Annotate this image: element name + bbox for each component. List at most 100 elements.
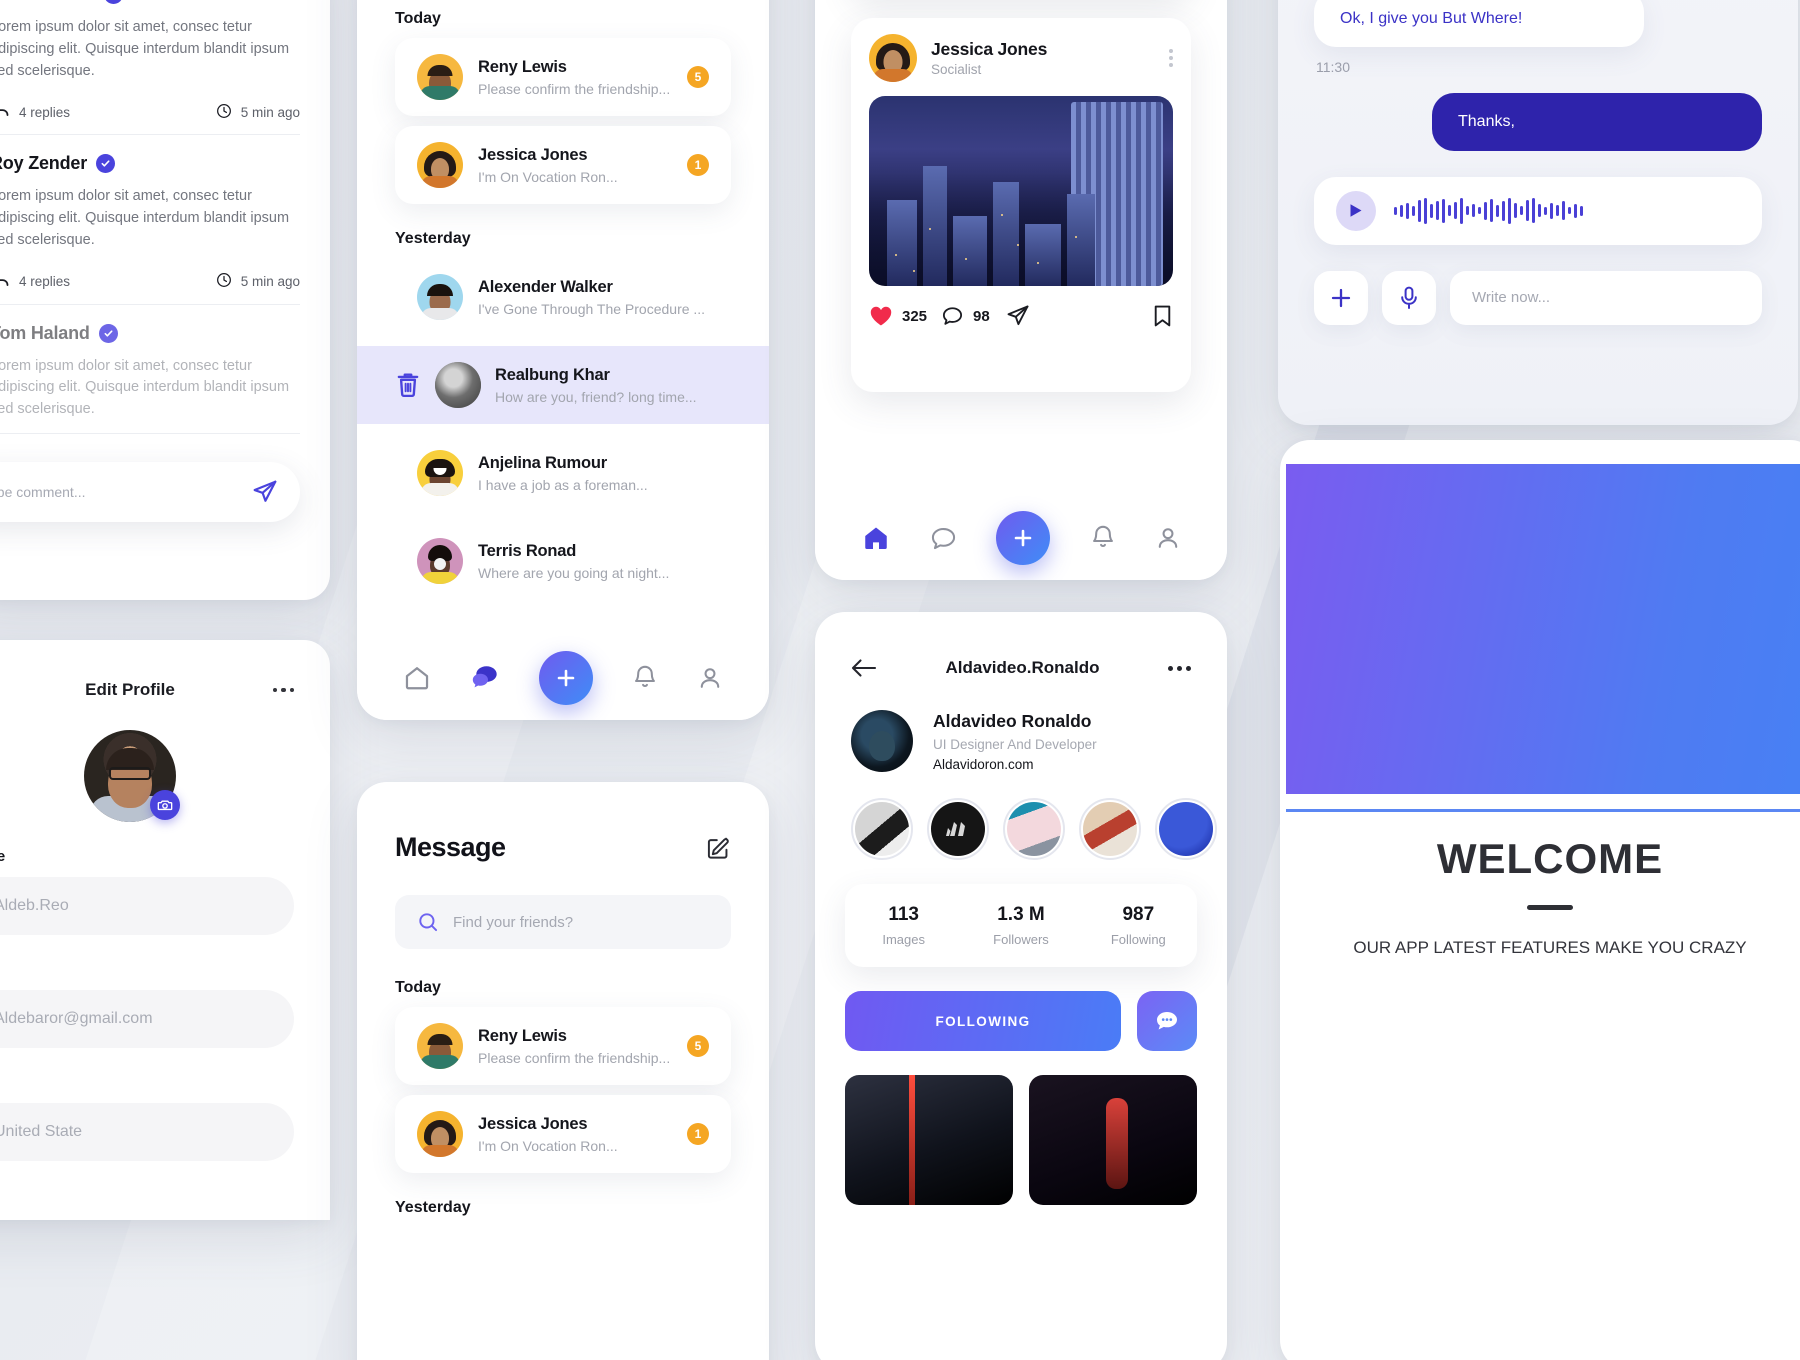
comment-item[interactable]: Tom Haland Lorem ipsum dolor sit amet, c… (0, 305, 300, 434)
comment-header: Caroline Tan (0, 0, 300, 5)
post-author-text: Jessica Jones Socialist (931, 39, 1047, 77)
chat-input[interactable]: Write now... (1450, 270, 1762, 325)
input-value: Aldebaror@gmail.com (0, 1010, 153, 1027)
contact-name: Reny Lewis (478, 57, 567, 76)
share-icon[interactable] (1006, 304, 1030, 328)
comment-time: 5 min ago (240, 274, 300, 289)
contact-preview: I'm On Vocation Ron... (478, 168, 618, 185)
story-item[interactable] (851, 798, 913, 860)
comment-input-placeholder: Type comment... (0, 484, 86, 500)
message-button[interactable] (1137, 991, 1197, 1051)
replies-group[interactable]: 4 replies (0, 272, 70, 292)
comment-item[interactable]: Roy Zender Lorem ipsum dolor sit amet, c… (0, 135, 300, 305)
contact-preview: I'm On Vocation Ron... (478, 1137, 618, 1154)
person-icon[interactable] (1155, 525, 1181, 551)
add-post-button[interactable] (996, 511, 1051, 565)
list-item-text: Terris Ronad Where are you going at nigh… (478, 542, 709, 581)
chat-icon[interactable] (930, 526, 957, 551)
stat-label: Followers (993, 932, 1049, 947)
search-input[interactable]: Find your friends? (395, 895, 731, 949)
profile-header: Aldavideo.Ronaldo (815, 658, 1227, 678)
compose-icon[interactable] (705, 835, 731, 861)
divider (1527, 905, 1573, 910)
story-item[interactable] (1003, 798, 1065, 860)
more-options-icon[interactable] (1168, 665, 1191, 671)
field-label: tion (0, 1074, 294, 1091)
profile-user-text: Aldavideo Ronaldo UI Designer And Develo… (933, 711, 1097, 772)
story-item[interactable] (927, 798, 989, 860)
list-item[interactable]: Jessica Jones I'm On Vocation Ron... 1 (395, 1095, 731, 1173)
voice-message[interactable] (1314, 176, 1762, 245)
stat-followers: 1.3 M Followers (962, 904, 1079, 947)
welcome-panel: WELCOME OUR APP LATEST FEATURES MAKE YOU… (1280, 440, 1800, 1360)
comment-input-bar[interactable]: Type comment... (0, 462, 300, 522)
gallery-thumb[interactable] (1029, 1075, 1197, 1205)
like-count: 325 (902, 307, 928, 325)
field-label: name (0, 848, 6, 865)
list-item[interactable]: Terris Ronad Where are you going at nigh… (395, 522, 731, 600)
bell-icon[interactable] (1090, 524, 1116, 552)
profile-name: Aldavideo Ronaldo (933, 710, 1092, 731)
list-item-selected[interactable]: Realbung Khar How are you, friend? long … (357, 346, 769, 424)
microphone-icon[interactable] (1382, 270, 1436, 325)
message-panel: Message Find your friends? Today Reny Le… (357, 782, 769, 1360)
search-placeholder: Find your friends? (453, 913, 574, 931)
add-post-button[interactable] (538, 651, 593, 705)
list-item[interactable]: Jessica Jones I'm On Vocation Ron... 1 (395, 126, 731, 204)
chat-icon[interactable] (470, 664, 500, 692)
unread-badge: 5 (687, 1035, 709, 1057)
stat-value: 1.3 M (997, 904, 1045, 925)
more-options-icon[interactable] (272, 687, 294, 693)
story-item[interactable] (1079, 798, 1141, 860)
gallery-thumb[interactable] (845, 1075, 1013, 1205)
avatar (417, 142, 463, 188)
profile-stats: 113 Images 1.3 M Followers 987 Following (845, 884, 1197, 967)
comment-group[interactable]: 98 (941, 305, 990, 328)
list-item[interactable]: Alexender Walker I've Gone Through The P… (395, 258, 731, 336)
stat-value: 987 (1122, 904, 1155, 925)
comments-panel: Caroline Tan Lorem ipsum dolor sit amet,… (0, 0, 330, 600)
contact-preview: I have a job as a foreman... (478, 476, 648, 493)
contact-preview: How are you, friend? long time... (495, 388, 697, 405)
camera-icon[interactable] (150, 790, 180, 820)
contact-name: Jessica Jones (478, 145, 588, 164)
list-item[interactable]: Reny Lewis Please confirm the friendship… (395, 38, 731, 116)
location-input[interactable]: United State (0, 1103, 294, 1161)
chat-bubble-outgoing-2: Thanks, (1432, 93, 1762, 151)
bell-icon[interactable] (632, 664, 658, 692)
email-input[interactable]: Aldebaror@gmail.com (0, 990, 294, 1048)
clock-icon (216, 272, 232, 291)
like-group[interactable]: 325 (869, 305, 927, 327)
comment-author: Caroline Tan (0, 0, 95, 5)
post-more-icon[interactable] (1169, 49, 1173, 67)
add-attachment-icon[interactable] (1314, 270, 1368, 325)
list-item[interactable]: Reny Lewis Please confirm the friendship… (395, 1007, 731, 1085)
profile-role: UI Designer And Developer (933, 736, 1097, 752)
home-icon[interactable] (403, 664, 431, 692)
play-icon[interactable] (1336, 190, 1376, 231)
section-title-today: Today (395, 979, 441, 996)
comment-header: Roy Zender (0, 153, 300, 174)
send-icon[interactable] (252, 479, 278, 505)
trash-icon[interactable] (395, 371, 421, 399)
post-author-header: Jessica Jones Socialist (869, 34, 1173, 82)
search-icon (417, 911, 439, 933)
back-arrow-icon[interactable] (851, 658, 877, 678)
following-button[interactable]: FOLLOWING (845, 991, 1121, 1051)
replies-group[interactable]: 4 replies (0, 102, 70, 122)
list-item-text: Alexender Walker I've Gone Through The P… (478, 278, 709, 317)
list-item-text: Jessica Jones I'm On Vocation Ron... (478, 146, 672, 185)
home-icon[interactable] (861, 523, 891, 553)
unread-badge: 1 (687, 1123, 709, 1145)
comment-text: Lorem ipsum dolor sit amet, consec tetur… (0, 357, 290, 418)
story-item[interactable] (1155, 798, 1217, 860)
comment-author: Tom Haland (0, 322, 90, 343)
comment-meta: 4 replies 5 min ago (0, 272, 300, 292)
comment-item[interactable]: Caroline Tan Lorem ipsum dolor sit amet,… (0, 0, 300, 136)
list-item[interactable]: Anjelina Rumour I have a job as a forema… (395, 434, 731, 512)
list-item-text: Jessica Jones I'm On Vocation Ron... (478, 1115, 672, 1154)
name-input[interactable]: Aldeb.Reo (0, 877, 294, 935)
chat-panel: Please, Can you give Ok, I give you But … (1278, 0, 1798, 425)
bookmark-icon[interactable] (1152, 304, 1173, 328)
person-icon[interactable] (697, 665, 723, 691)
